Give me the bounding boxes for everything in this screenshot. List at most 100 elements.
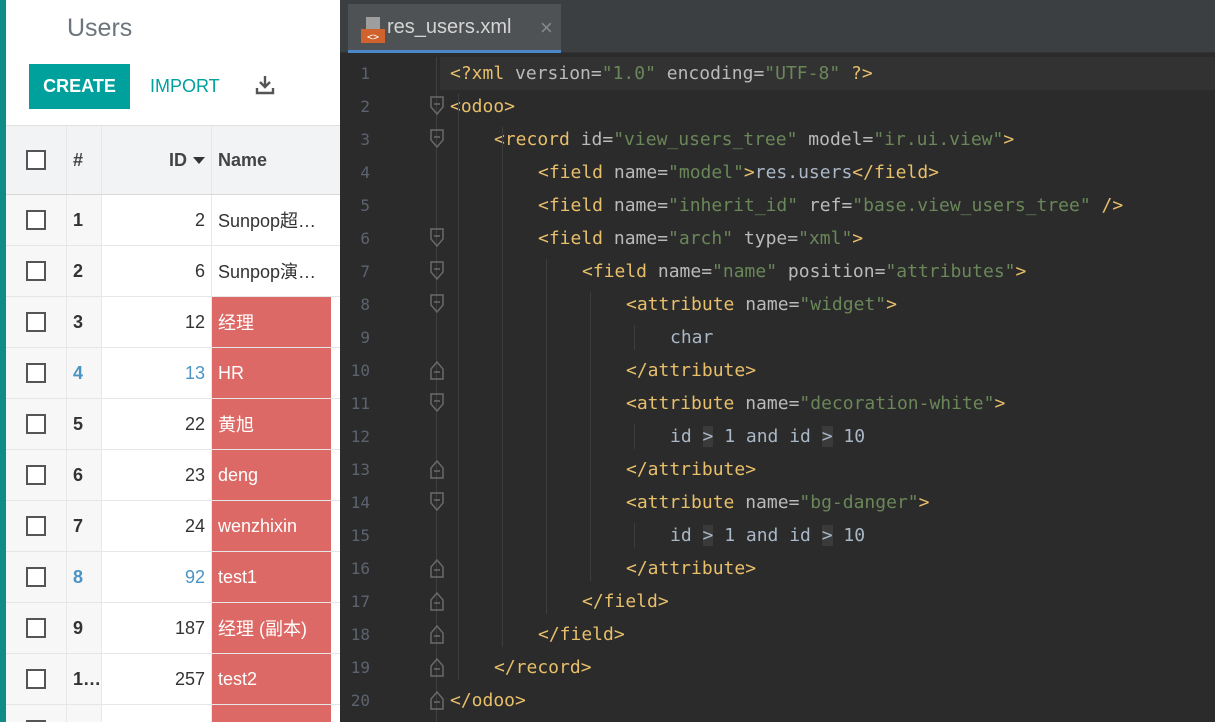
download-icon[interactable] xyxy=(255,74,275,96)
row-checkbox-cell xyxy=(6,552,66,602)
page-title: Users xyxy=(67,14,133,42)
row-number: 9 xyxy=(66,603,101,653)
line-number: 15 xyxy=(350,526,370,545)
row-checkbox[interactable] xyxy=(26,414,46,434)
line-number: 2 xyxy=(360,97,370,116)
table-row[interactable]: 3 12 经理 xyxy=(6,297,340,348)
table-row[interactable]: 8 92 test1 xyxy=(6,552,340,603)
fold-close-icon[interactable] xyxy=(429,689,445,711)
indent-guide xyxy=(634,424,635,449)
code-line: <field name="model">res.users</field> xyxy=(538,156,939,189)
table-row[interactable]: 9 187 经理 (副本) xyxy=(6,603,340,654)
code-token: name= xyxy=(613,228,669,249)
code-line: <?xml version="1.0" encoding="UTF-8" ?> xyxy=(450,57,873,90)
code-token: id= xyxy=(580,129,614,150)
table-body: 1 2 Sunpop超… 2 6 Sunpop演… 3 12 经理 4 13 HR 5 22 黄旭 6 23 de… xyxy=(6,195,340,722)
code-line: </field> xyxy=(538,618,625,651)
fold-close-icon[interactable] xyxy=(429,590,445,612)
line-number: 8 xyxy=(360,295,370,314)
table-row[interactable]: 1 2 Sunpop超… xyxy=(6,195,340,246)
row-checkbox[interactable] xyxy=(26,669,46,689)
line-number: 20 xyxy=(350,691,370,710)
fold-close-icon[interactable] xyxy=(429,359,445,381)
row-name: Sunpop超… xyxy=(211,195,331,245)
column-header-name[interactable]: Name xyxy=(211,126,331,194)
table-row[interactable]: 5 22 黄旭 xyxy=(6,399,340,450)
row-id: 257 xyxy=(101,654,211,704)
indent-guide xyxy=(458,94,459,680)
table-row[interactable]: 2 6 Sunpop演… xyxy=(6,246,340,297)
code-token: </attribute> xyxy=(626,459,757,480)
code-token: "view_users_tree" xyxy=(613,129,798,150)
close-tab-icon[interactable]: × xyxy=(540,15,553,41)
row-name xyxy=(211,705,331,722)
code-token: <record xyxy=(494,129,581,150)
fold-close-icon[interactable] xyxy=(429,458,445,480)
code-token: 1 and id xyxy=(713,426,822,447)
row-checkbox[interactable] xyxy=(26,516,46,536)
code-token: "model" xyxy=(668,162,744,183)
fold-open-icon[interactable] xyxy=(429,95,445,117)
code-token: <attribute xyxy=(626,492,746,513)
code-token: name= xyxy=(657,261,713,282)
code-area[interactable]: 1 <?xml version="1.0" encoding="UTF-8" ?>… xyxy=(340,57,1215,722)
row-checkbox[interactable] xyxy=(26,312,46,332)
row-checkbox-cell xyxy=(6,603,66,653)
fold-close-icon[interactable] xyxy=(429,557,445,579)
code-token: 10 xyxy=(832,525,866,546)
line-number: 19 xyxy=(350,658,370,677)
line-number: 14 xyxy=(350,493,370,512)
code-token: > xyxy=(994,393,1006,414)
row-name: test1 xyxy=(211,552,331,602)
row-checkbox-cell xyxy=(6,450,66,500)
row-checkbox[interactable] xyxy=(26,210,46,230)
code-token: char xyxy=(670,327,714,348)
line-number: 3 xyxy=(360,130,370,149)
row-id: 22 xyxy=(101,399,211,449)
code-token: </record> xyxy=(494,657,592,678)
fold-close-icon[interactable] xyxy=(429,623,445,645)
row-number: 1… xyxy=(66,705,101,722)
code-line: </attribute> xyxy=(626,453,756,486)
table-row[interactable]: 4 13 HR xyxy=(6,348,340,399)
fold-open-icon[interactable] xyxy=(429,491,445,513)
fold-open-icon[interactable] xyxy=(429,227,445,249)
row-id: 187 xyxy=(101,603,211,653)
row-name: test2 xyxy=(211,654,331,704)
create-button[interactable]: CREATE xyxy=(29,64,130,109)
fold-close-icon[interactable] xyxy=(429,656,445,678)
tab-res-users-xml[interactable]: <> res_users.xml × xyxy=(348,4,561,53)
fold-open-icon[interactable] xyxy=(429,392,445,414)
row-checkbox[interactable] xyxy=(26,567,46,587)
row-checkbox[interactable] xyxy=(26,363,46,383)
fold-open-icon[interactable] xyxy=(429,293,445,315)
import-button[interactable]: IMPORT xyxy=(150,64,220,109)
code-line: </record> xyxy=(494,651,592,684)
code-token: res.users xyxy=(754,162,853,183)
table-row[interactable]: 7 24 wenzhixin xyxy=(6,501,340,552)
code-token: </field> xyxy=(538,624,625,645)
code-token: model= xyxy=(797,129,874,150)
row-checkbox-cell xyxy=(6,195,66,245)
row-checkbox[interactable] xyxy=(26,465,46,485)
code-token: id xyxy=(670,426,703,447)
sort-caret-icon xyxy=(193,156,205,164)
row-checkbox[interactable] xyxy=(26,618,46,638)
table-row[interactable]: 6 23 deng xyxy=(6,450,340,501)
code-token: <attribute xyxy=(626,393,746,414)
column-header-id[interactable]: ID xyxy=(101,126,211,194)
row-checkbox-cell xyxy=(6,705,66,722)
row-name: Sunpop演… xyxy=(211,246,331,296)
table-row[interactable]: 1…261 xyxy=(6,705,340,722)
code-line: <odoo> xyxy=(450,90,515,123)
fold-open-icon[interactable] xyxy=(429,128,445,150)
row-checkbox[interactable] xyxy=(26,261,46,281)
code-token: > xyxy=(1015,261,1027,282)
line-number: 5 xyxy=(360,196,370,215)
select-all-checkbox[interactable] xyxy=(26,150,46,170)
table-row[interactable]: 1… 257 test2 xyxy=(6,654,340,705)
code-editor-panel: <> res_users.xml × 1 <?xml version="1.0" … xyxy=(340,0,1215,722)
fold-open-icon[interactable] xyxy=(429,260,445,282)
code-token: "widget" xyxy=(799,294,887,315)
indent-guide xyxy=(634,523,635,548)
